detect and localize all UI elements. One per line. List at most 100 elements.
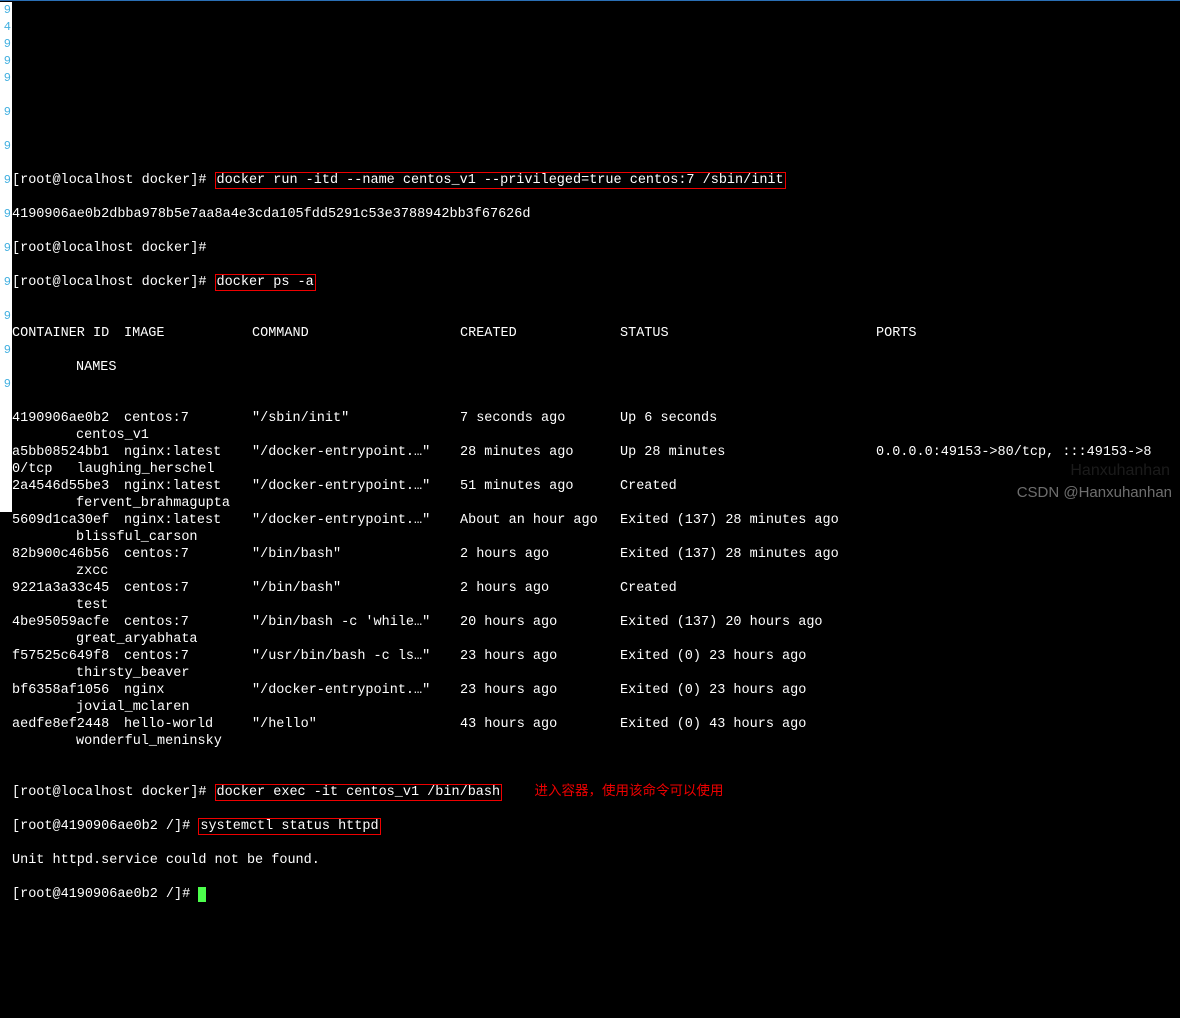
command-docker-ps: docker ps -a: [215, 274, 316, 291]
cell-image: centos:7: [124, 546, 252, 563]
cell-status: Exited (137) 20 hours ago: [620, 614, 876, 631]
line-number: 9: [0, 36, 11, 53]
table-row: f57525c649f8centos:7"/usr/bin/bash -c ls…: [12, 648, 1180, 665]
cell-created: 43 hours ago: [460, 716, 620, 733]
line-number: [0, 427, 11, 444]
table-row-name: blissful_carson: [12, 529, 1180, 546]
output-systemctl: Unit httpd.service could not be found.: [12, 852, 1180, 869]
line-number: [0, 410, 11, 427]
line-number: [0, 461, 11, 478]
shell-prompt-container: [root@4190906ae0b2 /]#: [12, 887, 190, 902]
table-row-name: zxcc: [12, 563, 1180, 580]
cell-created: 2 hours ago: [460, 580, 620, 597]
line-number: [0, 495, 11, 512]
cell-created: 2 hours ago: [460, 546, 620, 563]
cell-ports: [876, 410, 1180, 427]
cell-id: 5609d1ca30ef: [12, 512, 124, 529]
cell-ports: [876, 478, 1180, 495]
cell-ports: 0.0.0.0:49153->80/tcp, :::49153->8: [876, 444, 1180, 461]
header-command: COMMAND: [252, 325, 460, 342]
line-number: 9: [0, 172, 11, 189]
cell-command: "/bin/bash": [252, 546, 460, 563]
command-systemctl: systemctl status httpd: [198, 818, 380, 835]
command-docker-run: docker run -itd --name centos_v1 --privi…: [215, 172, 786, 189]
prompt-line-empty: [root@localhost docker]#: [12, 240, 1180, 257]
cell-status: Exited (137) 28 minutes ago: [620, 512, 876, 529]
cell-ports: [876, 580, 1180, 597]
cell-id: 2a4546d55be3: [12, 478, 124, 495]
cursor-block: [198, 887, 206, 902]
cell-status: Exited (137) 28 minutes ago: [620, 546, 876, 563]
prompt-line-1: [root@localhost docker]# docker run -itd…: [12, 172, 1180, 189]
cell-created: 51 minutes ago: [460, 478, 620, 495]
cell-created: 7 seconds ago: [460, 410, 620, 427]
cell-status: Up 28 minutes: [620, 444, 876, 461]
cell-status: Exited (0) 23 hours ago: [620, 682, 876, 699]
cell-command: "/docker-entrypoint.…": [252, 682, 460, 699]
table-row-name: wonderful_meninsky: [12, 733, 1180, 750]
cell-name: zxcc: [12, 564, 108, 579]
line-number: 9: [0, 104, 11, 121]
cell-id: a5bb08524bb1: [12, 444, 124, 461]
table-row-name: thirsty_beaver: [12, 665, 1180, 682]
cell-name: blissful_carson: [12, 530, 198, 545]
table-row: a5bb08524bb1nginx:latest"/docker-entrypo…: [12, 444, 1180, 461]
terminal-output[interactable]: [root@localhost docker]# docker run -itd…: [12, 138, 1180, 937]
cell-created: 28 minutes ago: [460, 444, 620, 461]
cell-command: "/sbin/init": [252, 410, 460, 427]
cell-command: "/docker-entrypoint.…": [252, 512, 460, 529]
table-row-name: fervent_brahmagupta: [12, 495, 1180, 512]
table-row: 4190906ae0b2centos:7"/sbin/init"7 second…: [12, 410, 1180, 427]
cell-command: "/bin/bash -c 'while…": [252, 614, 460, 631]
cell-ports: [876, 614, 1180, 631]
cell-name: wonderful_meninsky: [12, 734, 222, 749]
table-row-name: 0/tcp laughing_herschel: [12, 461, 1180, 478]
cell-created: 23 hours ago: [460, 682, 620, 699]
cell-image: hello-world: [124, 716, 252, 733]
shell-prompt: [root@localhost docker]#: [12, 275, 206, 290]
prompt-line-2: [root@localhost docker]# docker ps -a: [12, 274, 1180, 291]
cell-id: 82b900c46b56: [12, 546, 124, 563]
shell-prompt-container: [root@4190906ae0b2 /]#: [12, 819, 190, 834]
line-number: [0, 359, 11, 376]
table-row: 82b900c46b56centos:7"/bin/bash"2 hours a…: [12, 546, 1180, 563]
cell-command: "/usr/bin/bash -c ls…": [252, 648, 460, 665]
line-number: 4: [0, 19, 11, 36]
shell-prompt: [root@localhost docker]#: [12, 241, 206, 256]
line-number: 9: [0, 53, 11, 70]
cell-command: "/docker-entrypoint.…": [252, 444, 460, 461]
cell-ports: [876, 648, 1180, 665]
line-number: [0, 478, 11, 495]
line-number: 9: [0, 2, 11, 19]
line-number: 9: [0, 70, 11, 87]
line-number: [0, 291, 11, 308]
cell-name: jovial_mclaren: [12, 700, 189, 715]
cell-name: great_aryabhata: [12, 632, 198, 647]
cell-ports: [876, 546, 1180, 563]
cell-image: nginx:latest: [124, 444, 252, 461]
annotation-text: 进入容器，使用该命令可以使用: [535, 785, 724, 800]
cell-status: Exited (0) 43 hours ago: [620, 716, 876, 733]
table-row: 4be95059acfecentos:7"/bin/bash -c 'while…: [12, 614, 1180, 631]
table-row-name: centos_v1: [12, 427, 1180, 444]
window-top-border: [0, 0, 1180, 1]
header-names: NAMES: [12, 359, 1180, 376]
cell-name: test: [12, 598, 108, 613]
table-row: bf6358af1056nginx"/docker-entrypoint.…"2…: [12, 682, 1180, 699]
line-number: [0, 393, 11, 410]
cell-created: About an hour ago: [460, 512, 620, 529]
cell-created: 23 hours ago: [460, 648, 620, 665]
prompt-line-4: [root@4190906ae0b2 /]# systemctl status …: [12, 818, 1180, 835]
line-number: 9: [0, 376, 11, 393]
table-row-name: great_aryabhata: [12, 631, 1180, 648]
command-docker-exec: docker exec -it centos_v1 /bin/bash: [215, 784, 503, 801]
cell-ports: [876, 512, 1180, 529]
table-row-name: test: [12, 597, 1180, 614]
header-ports: PORTS: [876, 325, 1180, 342]
cell-command: "/docker-entrypoint.…": [252, 478, 460, 495]
cell-status: Up 6 seconds: [620, 410, 876, 427]
prompt-line-3: [root@localhost docker]# docker exec -it…: [12, 784, 1180, 801]
line-number: 9: [0, 138, 11, 155]
cell-id: bf6358af1056: [12, 682, 124, 699]
cell-image: centos:7: [124, 648, 252, 665]
